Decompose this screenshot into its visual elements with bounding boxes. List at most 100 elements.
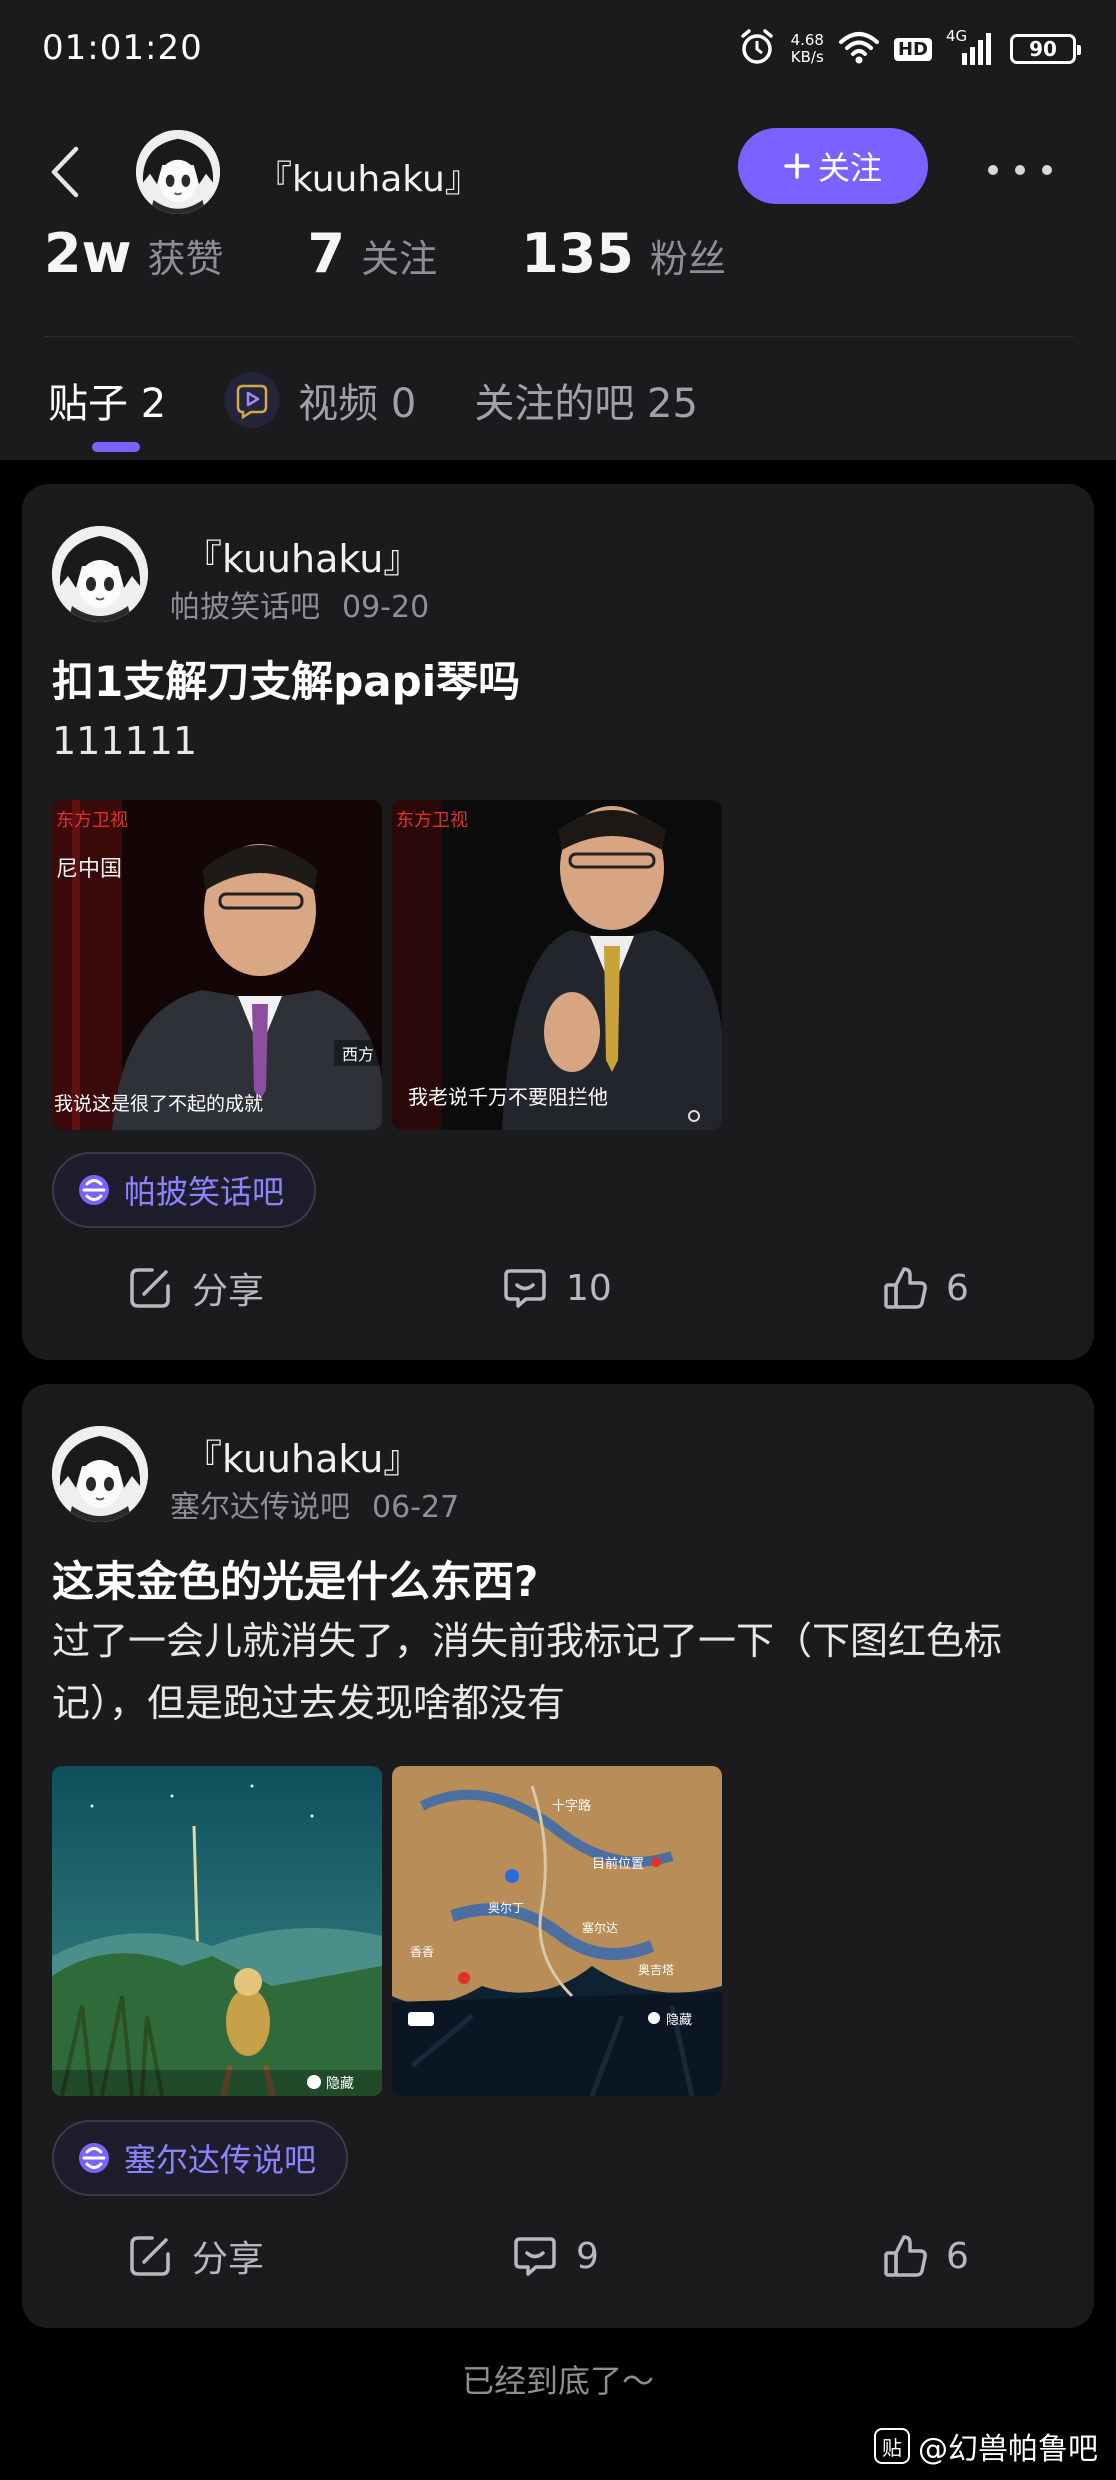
map-label: 奥尔丁	[488, 1900, 524, 1915]
stat-following-label: 关注	[361, 237, 438, 281]
share-icon	[130, 1268, 170, 1308]
tab-active-indicator	[92, 442, 140, 452]
stat-fans[interactable]: 135 粉丝	[521, 222, 726, 285]
corner-text: 隐藏	[326, 2076, 354, 2092]
like-count: 6	[946, 1267, 969, 1309]
stat-fans-label: 粉丝	[649, 237, 726, 281]
comment-button[interactable]: 9	[512, 2226, 599, 2286]
header-divider	[44, 336, 1074, 337]
forum-tag[interactable]: 帕披笑话吧	[52, 1152, 317, 1228]
comment-count: 9	[576, 2235, 599, 2277]
status-bar: 01:01:20 4.68 KB/s HD 4G 90	[0, 0, 1116, 100]
comment-button[interactable]: 10	[502, 1258, 612, 1318]
post-card[interactable]: 『kuuhaku』 塞尔达传说吧 06-27 这束金色的光是什么东西? 过了一会儿…	[22, 1384, 1094, 2328]
post-author-avatar[interactable]	[52, 526, 148, 622]
share-icon	[130, 2236, 170, 2276]
share-label: 分享	[192, 2239, 265, 2280]
signal-icon: 4G	[946, 27, 996, 67]
back-button[interactable]	[50, 142, 90, 202]
profile-avatar[interactable]	[136, 130, 220, 214]
post-author-name[interactable]: 『kuuhaku』	[184, 1428, 421, 1483]
post-meta: 塞尔达传说吧 06-27	[170, 1482, 459, 1526]
wifi-icon	[838, 30, 880, 68]
stat-following[interactable]: 7 关注	[307, 222, 437, 285]
forum-tag[interactable]: 塞尔达传说吧	[52, 2120, 349, 2196]
comment-icon	[504, 1269, 546, 1308]
post-image[interactable]: 东方卫视 尼中国 西方 我说这是很了不起的成就	[52, 800, 382, 1130]
end-of-list-text: 已经到底了〜	[461, 2362, 654, 2400]
post-body[interactable]: 111111	[52, 710, 1072, 772]
post-meta: 帕披笑话吧 09-20	[170, 582, 429, 626]
tab-followed-forums[interactable]: 关注的吧 25	[474, 371, 698, 429]
stat-likes-label: 获赞	[147, 237, 224, 281]
post-author-avatar[interactable]	[52, 1426, 148, 1522]
watermark-text: @幻兽帕鲁吧	[918, 2432, 1098, 2467]
post-forum[interactable]: 塞尔达传说吧	[170, 1490, 350, 1525]
post-image[interactable]: 十字路 目前位置 奥尔丁 塞尔达 香香 奥吉塔 隐藏	[392, 1766, 722, 2096]
like-count: 6	[946, 2235, 969, 2277]
forum-icon	[76, 1172, 112, 1208]
channel-logo: 东方卫视	[396, 810, 468, 831]
post-body[interactable]: 过了一会儿就消失了，消失前我标记了一下（下图红色标记），但是跑过去发现啥都没有	[52, 1610, 1072, 1734]
like-button[interactable]: 6	[882, 1258, 969, 1318]
like-button[interactable]: 6	[882, 2226, 969, 2286]
post-image[interactable]: 东方卫视 我老说千万不要阻拦他	[392, 800, 722, 1130]
more-dot	[1042, 165, 1052, 175]
profile-name: 『kuuhaku』	[256, 159, 481, 200]
post-title[interactable]: 这束金色的光是什么东西?	[52, 1548, 538, 1609]
follow-button[interactable]: 关注	[738, 128, 928, 204]
post-forum[interactable]: 帕披笑话吧	[170, 590, 320, 625]
corner-text: 隐藏	[666, 2013, 692, 2028]
net-speed-unit: KB/s	[790, 48, 824, 66]
thumbs-up-icon	[884, 1267, 927, 1309]
tab-posts-label: 贴子 2	[48, 381, 167, 427]
post-date: 06-27	[372, 1490, 460, 1525]
image-caption: 我老说千万不要阻拦他	[408, 1085, 608, 1109]
forum-tag-label: 帕披笑话吧	[124, 1173, 285, 1211]
follow-label: 关注	[817, 149, 882, 187]
forum-tag-label: 塞尔达传说吧	[124, 2141, 317, 2179]
share-label: 分享	[192, 1271, 265, 1312]
map-label: 目前位置	[592, 1856, 644, 1872]
tab-videos[interactable]: 视频 0	[224, 371, 416, 429]
profile-header: 01:01:20 4.68 KB/s HD 4G 90 『kuuhaku』 关注…	[0, 0, 1116, 460]
post-title[interactable]: 扣1支解刀支解papi琴吗	[52, 648, 520, 709]
map-label: 塞尔达	[582, 1920, 618, 1935]
video-icon	[224, 372, 281, 428]
tieba-logo-icon: 贴	[874, 2428, 910, 2464]
net-speed-value: 4.68	[790, 31, 824, 49]
corner-text: 西方	[342, 1045, 374, 1064]
net-speed: 4.68 KB/s	[791, 32, 824, 66]
stat-following-value: 7	[307, 222, 346, 285]
more-options-button[interactable]	[988, 150, 1052, 190]
tab-followed-forums-label: 关注的吧 25	[474, 381, 698, 427]
hd-badge: HD	[893, 37, 932, 61]
post-author-name[interactable]: 『kuuhaku』	[184, 528, 421, 583]
thumbs-up-icon	[884, 2235, 927, 2277]
profile-stats: 2w 获赞 7 关注 135 粉丝	[44, 222, 810, 292]
stat-fans-value: 135	[521, 222, 634, 285]
more-dot	[988, 165, 998, 175]
post-card[interactable]: 『kuuhaku』 帕披笑话吧 09-20 扣1支解刀支解papi琴吗 11111…	[22, 484, 1094, 1360]
alarm-icon	[737, 27, 777, 71]
map-label: 奥吉塔	[638, 1963, 674, 1977]
forum-icon	[76, 2140, 112, 2176]
tab-videos-label: 视频 0	[298, 381, 417, 427]
share-button[interactable]: 分享	[126, 1258, 264, 1318]
comment-count: 10	[566, 1267, 612, 1309]
overlay-text: 尼中国	[56, 857, 122, 882]
watermark: 贴 @幻兽帕鲁吧	[874, 2424, 1098, 2468]
image-caption: 我说这是很了不起的成就	[54, 1093, 263, 1115]
channel-logo: 东方卫视	[56, 810, 128, 831]
more-dot	[1015, 165, 1025, 175]
comment-icon	[514, 2237, 556, 2276]
map-label: 十字路	[552, 1798, 591, 1814]
status-icons: 4.68 KB/s HD 4G 90	[737, 24, 1081, 74]
plus-icon	[784, 153, 810, 179]
post-date: 09-20	[342, 590, 430, 625]
post-image[interactable]: 隐藏	[52, 1766, 382, 2096]
tab-posts[interactable]: 贴子 2	[48, 371, 166, 429]
stat-likes[interactable]: 2w 获赞	[44, 222, 223, 285]
share-button[interactable]: 分享	[126, 2226, 264, 2286]
profile-tabs: 贴子 2 视频 0 关注的吧 25	[48, 370, 756, 430]
